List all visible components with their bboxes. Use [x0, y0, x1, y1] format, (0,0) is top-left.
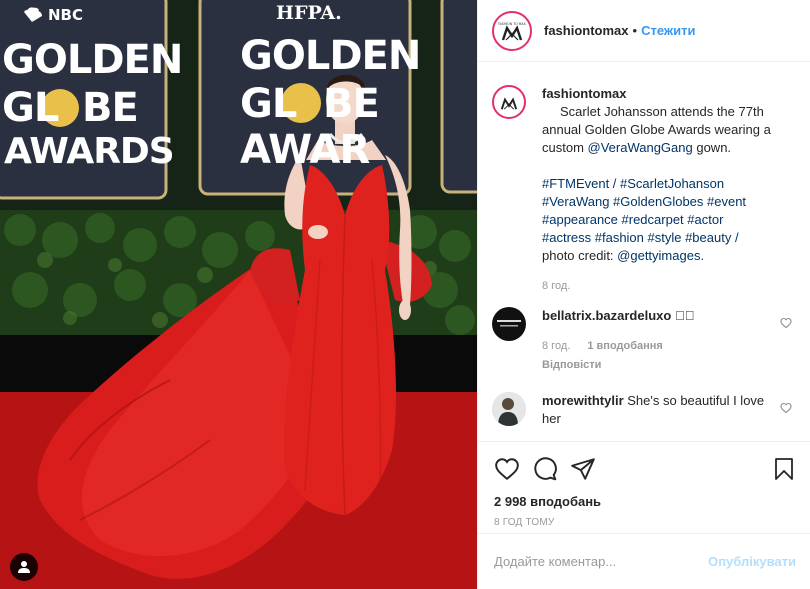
user-tag-button[interactable] — [10, 553, 38, 581]
reply-button[interactable]: Відповісти — [542, 356, 770, 374]
fashiontomax-logo-icon: FASHION TO MAX — [498, 22, 527, 40]
board-left-line-1: GOLDEN — [2, 37, 183, 83]
post-side-panel: FASHION TO MAX fashiontomax • Стежити fa… — [477, 0, 810, 589]
post-timestamp[interactable]: 8 ГОД ТОМУ — [478, 509, 810, 528]
caption-hashtags-3[interactable]: #appearance #redcarpet #actor — [542, 212, 723, 227]
caption-credit-prefix: photo credit: — [542, 248, 618, 263]
header-separator: • — [632, 23, 638, 38]
comment-username[interactable]: morewithtylir — [542, 393, 624, 408]
board-left-line-4: AWARDS — [4, 131, 175, 172]
bellatrix-logo-icon — [497, 320, 521, 327]
board-center-line-2: GL — [240, 81, 297, 127]
instagram-post-modal: NBC GOLDEN GL BE AWARDS HFPA. GOLDEN GL … — [0, 0, 810, 589]
comment-item: bellatrix.bazardeluxo ⃞⃞ 8 год. 1 вподоб… — [492, 307, 796, 374]
nbc-logo-text: NBC — [48, 6, 83, 24]
add-comment-bar: Опублікувати — [478, 533, 810, 589]
caption-time[interactable]: 8 год. — [542, 280, 570, 292]
comment-input[interactable] — [494, 554, 709, 569]
comment-likes[interactable]: 1 вподобання — [587, 340, 662, 352]
post-photo[interactable]: NBC GOLDEN GL BE AWARDS HFPA. GOLDEN GL … — [0, 0, 477, 589]
caption-item: fashiontomax Scarlet Johansson attends t… — [492, 85, 796, 295]
board-center-line-4: AWAR — [240, 127, 370, 173]
follow-button[interactable]: Стежити — [641, 23, 695, 38]
comment-avatar[interactable] — [492, 392, 526, 426]
comment-bubble-icon[interactable] — [532, 456, 558, 482]
likes-count[interactable]: 2 998 вподобань — [478, 486, 810, 509]
photo-scene — [0, 0, 477, 589]
comment-avatar[interactable] — [492, 307, 526, 341]
comment-item: morewithtylir She's so beautiful I love … — [492, 392, 796, 428]
bookmark-icon[interactable] — [772, 456, 796, 482]
fashiontomax-logo-icon — [500, 97, 518, 110]
caption-credit-link[interactable]: @gettyimages. — [617, 248, 704, 263]
author-avatar[interactable]: FASHION TO MAX — [492, 10, 532, 51]
svg-text:FASHION TO MAX: FASHION TO MAX — [498, 22, 526, 26]
board-left-line-2: GL — [2, 85, 59, 131]
post-header: FASHION TO MAX fashiontomax • Стежити — [478, 0, 810, 62]
caption-avatar[interactable] — [492, 85, 526, 119]
board-left-line-3: BE — [82, 85, 139, 131]
publish-button[interactable]: Опублікувати — [708, 554, 796, 569]
like-heart-icon[interactable] — [494, 456, 520, 482]
share-paper-plane-icon[interactable] — [570, 456, 596, 482]
board-center-line-1: GOLDEN — [240, 33, 421, 79]
caption-username[interactable]: fashiontomax — [542, 86, 627, 101]
caption-hashtags-2[interactable]: #VeraWang #GoldenGlobes #event — [542, 194, 746, 209]
header-username[interactable]: fashiontomax — [544, 23, 629, 38]
board-center-line-3: BE — [323, 81, 380, 127]
user-tag-icon — [18, 561, 30, 573]
comment-username[interactable]: bellatrix.bazardeluxo — [542, 308, 671, 323]
comment-time[interactable]: 8 год. — [542, 340, 570, 352]
comments-scroll-area[interactable]: fashiontomax Scarlet Johansson attends t… — [478, 63, 810, 441]
caption-hashtags-1[interactable]: #FTMEvent / #ScarletJohanson — [542, 176, 724, 191]
user-photo-icon — [492, 392, 526, 426]
comment-like-heart-icon[interactable] — [780, 317, 792, 329]
comment-like-heart-icon[interactable] — [780, 402, 792, 414]
action-icons-row — [478, 442, 810, 486]
caption-hashtags-4[interactable]: #actress #fashion #style #beauty / — [542, 230, 739, 245]
caption-mention-link[interactable]: @VeraWangGang — [588, 140, 693, 155]
caption-text-2: gown. — [692, 140, 732, 155]
hfpa-logo-text: HFPA. — [276, 2, 342, 24]
